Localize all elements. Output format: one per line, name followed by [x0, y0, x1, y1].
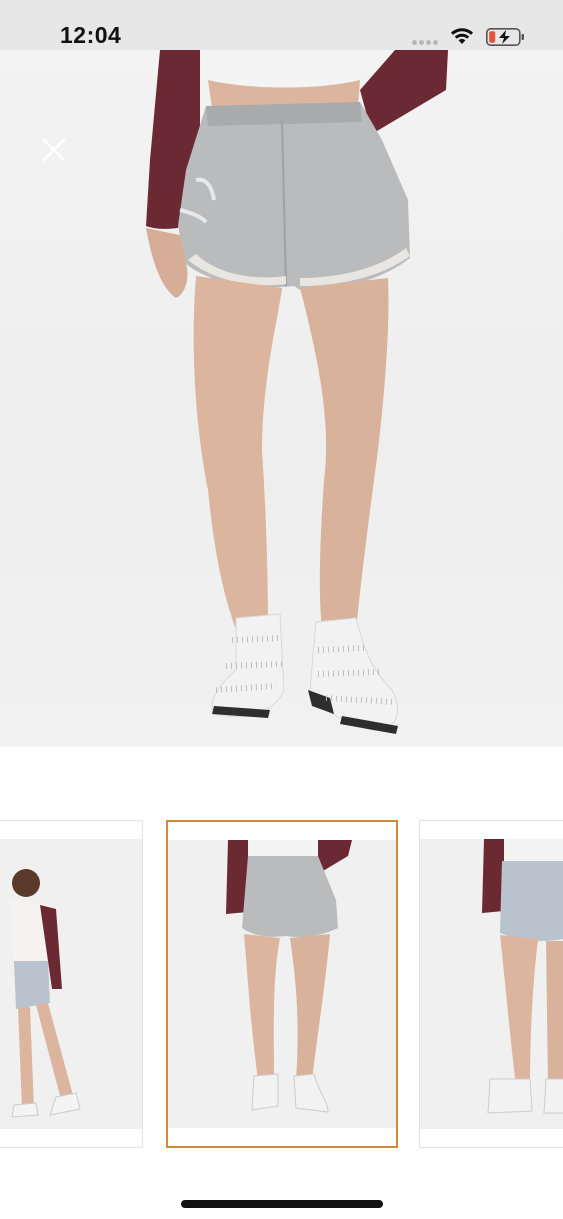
thumbnail-side-view[interactable]	[0, 820, 143, 1148]
thumbnail-front-view[interactable]	[166, 820, 398, 1148]
battery-charging-icon	[486, 28, 524, 46]
status-time: 12:04	[60, 22, 122, 48]
thumbnail-photo	[482, 839, 563, 1114]
thumbnail-image	[168, 840, 396, 1128]
thumbnail-image	[0, 839, 142, 1129]
thumbnail-image	[420, 839, 563, 1129]
status-bar: 12:04	[0, 0, 563, 50]
product-image-main[interactable]	[0, 50, 563, 747]
wifi-icon	[451, 28, 473, 44]
thumbnail-back-view[interactable]	[419, 820, 563, 1148]
thumbnail-photo	[10, 869, 81, 1118]
signal-dots-icon	[412, 40, 440, 46]
close-icon[interactable]	[40, 136, 68, 164]
home-indicator[interactable]	[181, 1200, 383, 1208]
product-photo	[146, 50, 448, 734]
thumbnail-photo	[226, 840, 352, 1113]
